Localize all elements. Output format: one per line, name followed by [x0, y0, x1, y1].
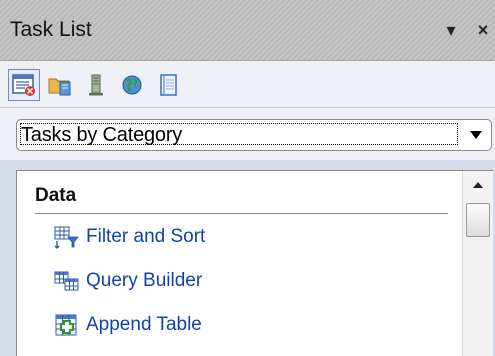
pane-title-bar: Task List ▾ ×	[0, 0, 495, 61]
filter-sort-icon	[54, 225, 80, 249]
server-icon	[89, 74, 103, 96]
server-view-button[interactable]	[80, 69, 112, 101]
scroll-up-button[interactable]	[463, 171, 493, 199]
pane-title: Task List	[10, 18, 92, 41]
globe-icon	[122, 75, 142, 95]
task-item-label: Append Table	[86, 314, 202, 335]
section-header-data: Data	[35, 185, 77, 206]
chevron-up-icon	[473, 182, 483, 188]
vertical-scrollbar[interactable]	[462, 171, 493, 356]
task-panel: Data Filter and Sort Query Builder Appen…	[16, 170, 493, 356]
pane-title-buttons: ▾ ×	[443, 20, 491, 41]
pane-toolbar	[0, 61, 495, 108]
query-builder-icon	[54, 269, 80, 293]
task-list-view-button[interactable]	[8, 69, 40, 101]
notes-view-button[interactable]	[152, 69, 184, 101]
pane-menu-dropdown-button[interactable]: ▾	[443, 20, 459, 41]
task-list-pane: Task List ▾ × Tasks by Category Data Fil…	[0, 0, 495, 356]
folder-icon	[48, 78, 71, 96]
chevron-down-icon[interactable]	[465, 124, 487, 146]
task-list-icon	[12, 74, 35, 96]
task-item-append-table[interactable]: Append Table	[54, 310, 202, 340]
section-divider	[35, 213, 448, 214]
category-select[interactable]: Tasks by Category	[16, 119, 492, 151]
pane-close-button[interactable]: ×	[475, 20, 491, 41]
category-select-value: Tasks by Category	[21, 124, 183, 146]
folder-view-button[interactable]	[44, 69, 76, 101]
task-item-label: Filter and Sort	[86, 226, 206, 247]
task-item-label: Query Builder	[86, 270, 203, 291]
append-table-icon	[54, 313, 80, 337]
notebook-icon	[160, 74, 177, 96]
task-item-filter-and-sort[interactable]: Filter and Sort	[54, 222, 205, 252]
scroll-thumb[interactable]	[466, 203, 490, 237]
task-item-query-builder[interactable]: Query Builder	[54, 266, 202, 296]
category-select-area: Tasks by Category	[0, 108, 495, 160]
web-view-button[interactable]	[116, 69, 148, 101]
